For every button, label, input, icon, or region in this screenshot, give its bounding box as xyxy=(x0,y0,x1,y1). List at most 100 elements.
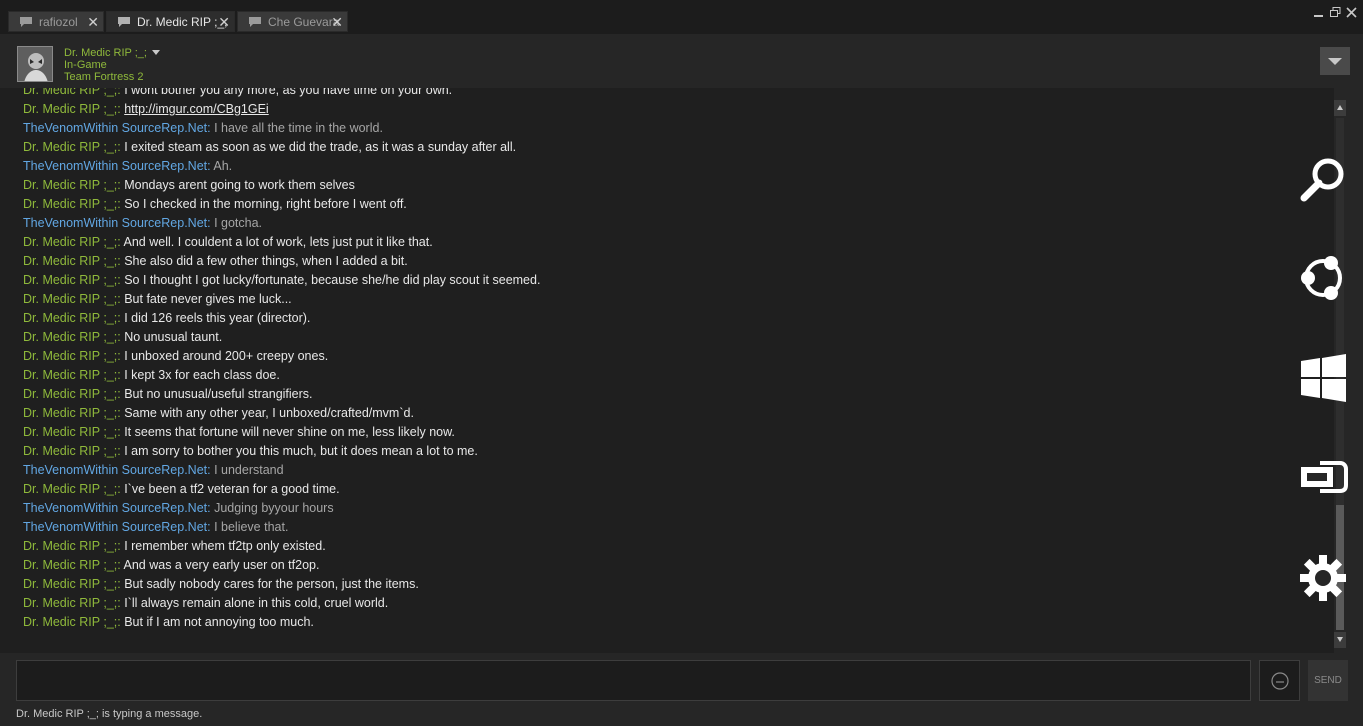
connect-icon[interactable] xyxy=(1298,453,1348,503)
friend-name[interactable]: Dr. Medic RIP ;_; xyxy=(64,47,147,59)
typing-status: Dr. Medic RIP ;_; is typing a message. xyxy=(16,708,203,720)
chat-message: Dr. Medic RIP ;_;: Mondays arent going t… xyxy=(23,176,355,195)
message-sender[interactable]: Dr. Medic RIP ;_; xyxy=(23,349,117,363)
message-sender[interactable]: Dr. Medic RIP ;_; xyxy=(23,254,117,268)
restore-icon[interactable] xyxy=(1330,7,1341,18)
search-icon[interactable] xyxy=(1298,155,1348,205)
message-sender[interactable]: TheVenomWithin SourceRep.Net xyxy=(23,501,207,515)
message-sender[interactable]: Dr. Medic RIP ;_; xyxy=(23,406,117,420)
friend-header: Dr. Medic RIP ;_; In-Game Team Fortress … xyxy=(0,34,1363,88)
friend-game: Team Fortress 2 xyxy=(64,71,144,83)
message-text: I`ve been a tf2 veteran for a good time. xyxy=(124,482,340,496)
chat-message: Dr. Medic RIP ;_;: I exited steam as soo… xyxy=(23,138,516,157)
message-text: I unboxed around 200+ creepy ones. xyxy=(124,349,329,363)
message-text: Mondays arent going to work them selves xyxy=(124,178,355,192)
tab-label: rafiozol xyxy=(39,15,78,29)
message-text: I exited steam as soon as we did the tra… xyxy=(124,140,517,154)
message-link[interactable]: http://imgur.com/CBg1GEi xyxy=(124,102,269,116)
message-sender[interactable]: TheVenomWithin SourceRep.Net xyxy=(23,520,207,534)
chat-bubble-icon xyxy=(20,17,32,27)
message-sender[interactable]: Dr. Medic RIP ;_; xyxy=(23,292,117,306)
message-text: I did 126 reels this year (director). xyxy=(124,311,311,325)
message-sender[interactable]: Dr. Medic RIP ;_; xyxy=(23,577,117,591)
emoticon-button[interactable] xyxy=(1259,660,1300,701)
chat-message: Dr. Medic RIP ;_;: And well. I couldent … xyxy=(23,233,433,252)
send-button[interactable]: SEND xyxy=(1308,660,1348,701)
message-text: And well. I couldent a lot of work, lets… xyxy=(123,235,433,249)
chat-message: Dr. Medic RIP ;_;: But if I am not annoy… xyxy=(23,613,314,632)
message-sender[interactable]: TheVenomWithin SourceRep.Net xyxy=(23,121,207,135)
chat-message: TheVenomWithin SourceRep.Net: I gotcha. xyxy=(23,214,262,233)
message-input[interactable] xyxy=(16,660,1251,701)
message-text: I`ll always remain alone in this cold, c… xyxy=(124,596,389,610)
avatar[interactable] xyxy=(17,46,53,82)
message-text: I understand xyxy=(214,463,284,477)
message-text: But fate never gives me luck... xyxy=(124,292,292,306)
chat-message: TheVenomWithin SourceRep.Net: Judging by… xyxy=(23,499,334,518)
tab-label: Che Guevara xyxy=(268,15,340,29)
chat-message: Dr. Medic RIP ;_;: I did 126 reels this … xyxy=(23,309,310,328)
tab-rafiozol[interactable]: rafiozol ✕ xyxy=(8,11,104,32)
tab-che-guevara[interactable]: Che Guevara ✕ xyxy=(237,11,348,32)
message-sender[interactable]: Dr. Medic RIP ;_; xyxy=(23,615,117,629)
close-tab-icon[interactable]: ✕ xyxy=(331,12,343,33)
message-text: Same with any other year, I unboxed/craf… xyxy=(124,406,414,420)
share-icon[interactable] xyxy=(1298,253,1348,303)
tab-bar: rafiozol ✕ Dr. Medic RIP ;_; ✕ Che Gueva… xyxy=(0,0,1363,34)
close-tab-icon[interactable]: ✕ xyxy=(87,12,99,33)
message-sender[interactable]: Dr. Medic RIP ;_; xyxy=(23,539,117,553)
message-text: Judging byyour hours xyxy=(214,501,334,515)
message-sender[interactable]: Dr. Medic RIP ;_; xyxy=(23,444,117,458)
chat-options-button[interactable] xyxy=(1320,47,1350,75)
chat-message: TheVenomWithin SourceRep.Net: I believe … xyxy=(23,518,288,537)
message-text: So I thought I got lucky/fortunate, beca… xyxy=(124,273,541,287)
chat-message: Dr. Medic RIP ;_;: And was a very early … xyxy=(23,556,319,575)
message-sender[interactable]: Dr. Medic RIP ;_; xyxy=(23,197,117,211)
message-text: I kept 3x for each class doe. xyxy=(124,368,280,382)
message-text: But no unusual/useful strangifiers. xyxy=(124,387,313,401)
chat-message: TheVenomWithin SourceRep.Net: I have all… xyxy=(23,119,383,138)
chat-message: Dr. Medic RIP ;_;: But no unusual/useful… xyxy=(23,385,313,404)
chat-message: Dr. Medic RIP ;_;: She also did a few ot… xyxy=(23,252,408,271)
close-window-icon[interactable] xyxy=(1346,7,1357,18)
windows-icon[interactable] xyxy=(1298,353,1348,403)
message-sender[interactable]: Dr. Medic RIP ;_; xyxy=(23,102,117,116)
message-text: Ah. xyxy=(213,159,233,173)
message-sender[interactable]: Dr. Medic RIP ;_; xyxy=(23,558,117,572)
message-sender[interactable]: Dr. Medic RIP ;_; xyxy=(23,330,117,344)
message-sender[interactable]: Dr. Medic RIP ;_; xyxy=(23,596,117,610)
message-sender[interactable]: Dr. Medic RIP ;_; xyxy=(23,387,117,401)
scroll-down-button[interactable] xyxy=(1334,632,1346,648)
message-text: I believe that. xyxy=(214,520,289,534)
chat-message: Dr. Medic RIP ;_;: I wont bother you any… xyxy=(23,88,452,100)
gear-icon[interactable] xyxy=(1298,553,1348,603)
message-text: I have all the time in the world. xyxy=(214,121,383,135)
chat-message: Dr. Medic RIP ;_;: So I checked in the m… xyxy=(23,195,407,214)
chat-message: Dr. Medic RIP ;_;: I am sorry to bother … xyxy=(23,442,478,461)
message-sender[interactable]: TheVenomWithin SourceRep.Net xyxy=(23,216,207,230)
message-sender[interactable]: Dr. Medic RIP ;_; xyxy=(23,140,117,154)
message-sender[interactable]: Dr. Medic RIP ;_; xyxy=(23,482,117,496)
avatar-image xyxy=(18,47,52,81)
message-sender[interactable]: Dr. Medic RIP ;_; xyxy=(23,273,117,287)
chevron-down-icon[interactable] xyxy=(152,50,160,55)
message-sender[interactable]: TheVenomWithin SourceRep.Net xyxy=(23,159,207,173)
chat-log[interactable]: Dr. Medic RIP ;_;: I wont bother you any… xyxy=(0,88,1334,653)
message-sender[interactable]: Dr. Medic RIP ;_; xyxy=(23,311,117,325)
message-sender[interactable]: Dr. Medic RIP ;_; xyxy=(23,178,117,192)
message-sender[interactable]: Dr. Medic RIP ;_; xyxy=(23,88,117,97)
minimize-icon[interactable] xyxy=(1314,8,1324,18)
close-tab-icon[interactable]: ✕ xyxy=(218,12,230,33)
chat-message: Dr. Medic RIP ;_;: So I thought I got lu… xyxy=(23,271,540,290)
scroll-up-button[interactable] xyxy=(1334,100,1346,116)
chat-message: Dr. Medic RIP ;_;: Same with any other y… xyxy=(23,404,414,423)
smiley-icon xyxy=(1271,672,1289,690)
message-sender[interactable]: TheVenomWithin SourceRep.Net xyxy=(23,463,207,477)
message-sender[interactable]: Dr. Medic RIP ;_; xyxy=(23,368,117,382)
message-sender[interactable]: Dr. Medic RIP ;_; xyxy=(23,235,117,249)
tab-dr-medic[interactable]: Dr. Medic RIP ;_; ✕ xyxy=(106,11,235,32)
chat-message: Dr. Medic RIP ;_;: I`ve been a tf2 veter… xyxy=(23,480,340,499)
message-text: So I checked in the morning, right befor… xyxy=(124,197,407,211)
message-text: It seems that fortune will never shine o… xyxy=(124,425,455,439)
message-sender[interactable]: Dr. Medic RIP ;_; xyxy=(23,425,117,439)
